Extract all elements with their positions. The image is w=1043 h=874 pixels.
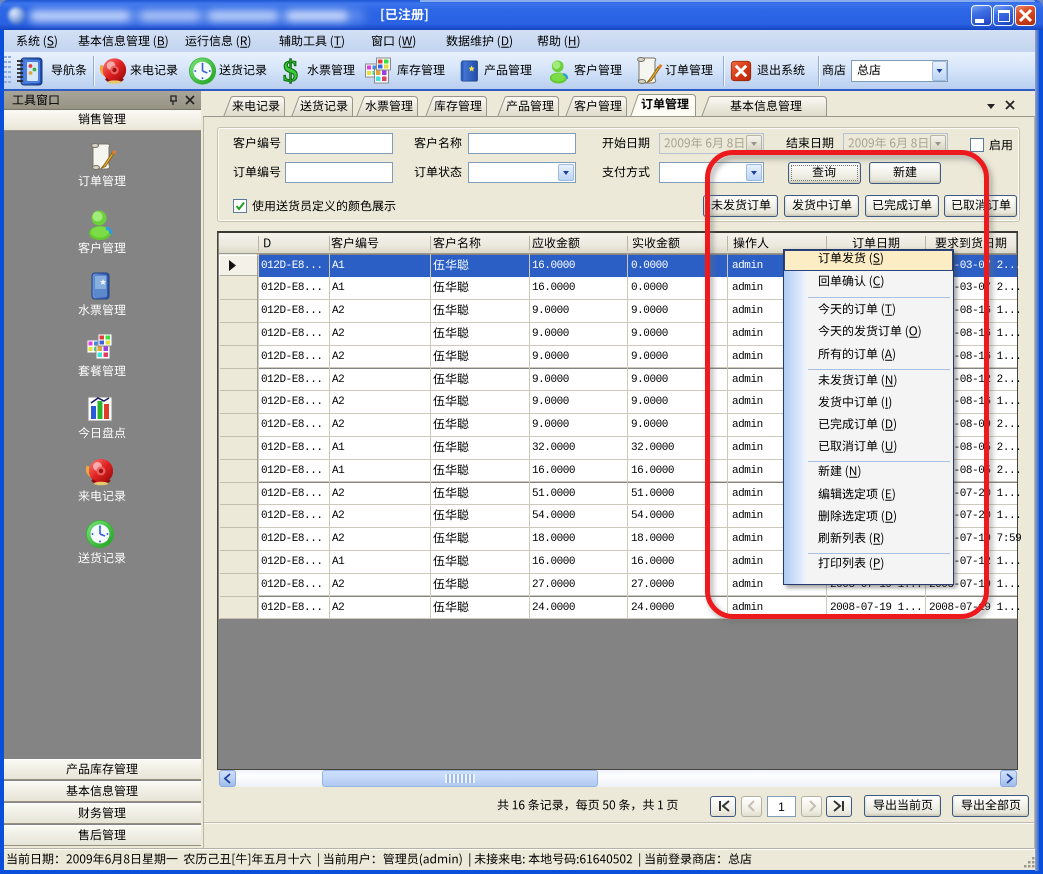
svg-text:$: $ [283, 55, 298, 87]
